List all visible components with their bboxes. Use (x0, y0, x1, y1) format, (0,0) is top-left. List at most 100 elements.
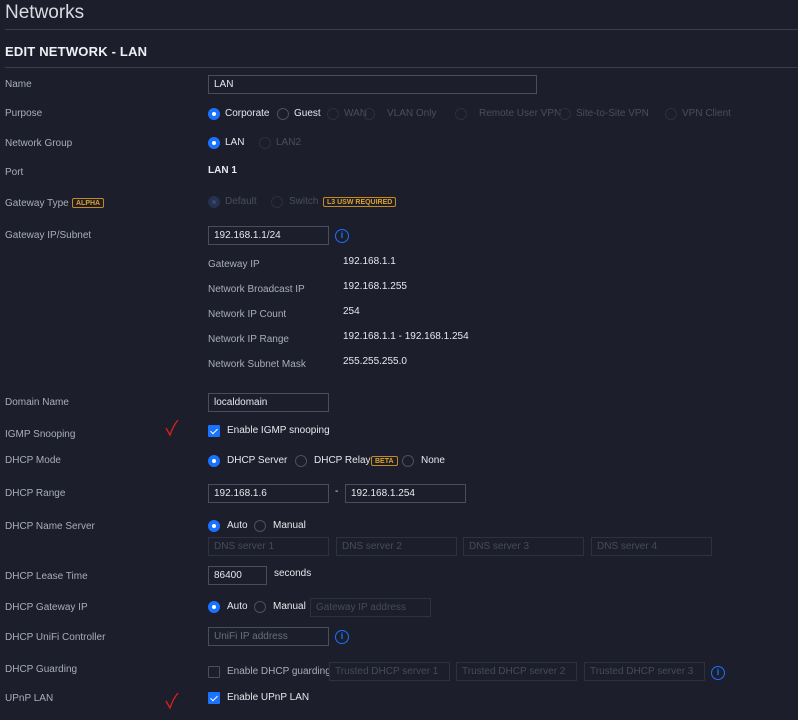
info-icon[interactable]: i (711, 666, 725, 680)
trusted-dhcp-server-2-input (456, 662, 577, 681)
dns-server-3-input (463, 537, 584, 556)
domain-name-label: Domain Name (5, 397, 69, 408)
ip-count-value: 254 (343, 306, 360, 317)
upnp-label: UPnP LAN (5, 693, 54, 704)
dhcp-gateway-manual[interactable]: Manual (254, 599, 306, 615)
radio-icon (259, 137, 271, 149)
option-label: None (421, 455, 445, 466)
ip-range-value: 192.168.1.1 - 192.168.1.254 (343, 331, 469, 342)
checkbox-checked-icon (208, 425, 220, 437)
option-label: Remote User VPN (479, 108, 562, 119)
option-label: Site-to-Site VPN (576, 108, 649, 119)
dhcp-range-label: DHCP Range (5, 488, 66, 499)
name-label: Name (5, 79, 32, 90)
page-title: Networks (5, 2, 85, 23)
dhcp-mode-relay[interactable]: DHCP Relay (295, 453, 371, 469)
info-icon[interactable]: i (335, 630, 349, 644)
name-server-manual[interactable]: Manual (254, 518, 306, 534)
purpose-label: Purpose (5, 108, 43, 119)
port-value: LAN 1 (208, 165, 237, 176)
igmp-checkbox[interactable]: Enable IGMP snooping (208, 423, 330, 439)
broadcast-ip-value: 192.168.1.255 (343, 281, 407, 292)
section-title: EDIT NETWORK - LAN (5, 44, 148, 59)
divider (5, 67, 798, 68)
ip-range-label: Network IP Range (208, 334, 289, 345)
gateway-subnet-label: Gateway IP/Subnet (5, 230, 92, 241)
port-label: Port (5, 167, 24, 178)
dns-server-2-input (336, 537, 457, 556)
gateway-type-default: Default (208, 194, 257, 210)
lease-time-input[interactable] (208, 566, 267, 585)
dhcp-range-start-input[interactable] (208, 484, 329, 503)
radio-icon (327, 108, 339, 120)
option-label: Auto (227, 601, 248, 612)
l3-usw-required-badge: L3 USW REQUIRED (323, 197, 397, 207)
purpose-wan: WAN (327, 106, 367, 122)
upnp-checkbox[interactable]: Enable UPnP LAN (208, 690, 309, 706)
option-label: LAN (225, 137, 245, 148)
dhcp-mode-label: DHCP Mode (5, 455, 61, 466)
dhcp-range-end-input[interactable] (345, 484, 466, 503)
annotation-checkmark (165, 692, 179, 710)
unifi-ip-address-input[interactable] (208, 627, 329, 646)
option-label: Auto (227, 520, 248, 531)
gateway-ip-address-input (310, 598, 431, 617)
gateway-ip-label: Gateway IP (208, 259, 260, 270)
purpose-site-to-site-vpn: Site-to-Site VPN (559, 106, 649, 122)
info-icon[interactable]: i (335, 229, 349, 243)
trusted-dhcp-server-3-input (584, 662, 705, 681)
radio-icon (254, 601, 266, 613)
dns-server-1-input (208, 537, 329, 556)
annotation-checkmark (165, 419, 179, 437)
unifi-controller-label: DHCP UniFi Controller (5, 632, 106, 643)
domain-name-input[interactable] (208, 393, 329, 412)
radio-icon (559, 108, 571, 120)
purpose-remote-user-vpn: Remote User VPN (455, 106, 561, 122)
ip-count-label: Network IP Count (208, 309, 287, 320)
network-group-lan[interactable]: LAN (208, 135, 244, 151)
subnet-mask-value: 255.255.255.0 (343, 356, 407, 367)
checkbox-checked-icon (208, 692, 220, 704)
radio-selected-icon (208, 601, 220, 613)
purpose-corporate[interactable]: Corporate (208, 106, 269, 122)
dhcp-gateway-auto[interactable]: Auto (208, 599, 248, 615)
purpose-guest[interactable]: Guest (277, 106, 321, 122)
radio-icon (455, 108, 467, 120)
gateway-subnet-input[interactable] (208, 226, 329, 245)
option-label: Guest (294, 108, 321, 119)
radio-icon (665, 108, 677, 120)
radio-icon (402, 455, 414, 467)
lease-time-unit: seconds (274, 568, 312, 579)
option-label: Default (225, 196, 257, 207)
radio-icon (363, 108, 375, 120)
dhcp-mode-none[interactable]: None (402, 453, 445, 469)
dhcp-mode-server[interactable]: DHCP Server (208, 453, 287, 469)
range-separator: - (335, 486, 339, 497)
radio-selected-icon (208, 196, 220, 208)
name-server-auto[interactable]: Auto (208, 518, 248, 534)
network-group-lan2: LAN2 (259, 135, 301, 151)
option-label: DHCP Server (227, 455, 288, 466)
divider (5, 29, 798, 30)
purpose-vlan-only: VLAN Only (363, 106, 436, 122)
radio-selected-icon (208, 520, 220, 532)
radio-icon (295, 455, 307, 467)
purpose-vpn-client: VPN Client (665, 106, 731, 122)
option-label: Manual (273, 520, 306, 531)
dhcp-guarding-checkbox[interactable]: Enable DHCP guarding (208, 664, 331, 680)
name-input[interactable] (208, 75, 537, 94)
checkbox-label: Enable DHCP guarding (227, 666, 331, 677)
radio-icon (271, 196, 283, 208)
option-label: LAN2 (276, 137, 302, 148)
checkbox-label: Enable IGMP snooping (227, 425, 330, 436)
option-label: Manual (273, 601, 306, 612)
gateway-type-switch: Switch (271, 194, 318, 210)
checkbox-label: Enable UPnP LAN (227, 692, 310, 703)
network-group-label: Network Group (5, 138, 73, 149)
option-label: VPN Client (682, 108, 731, 119)
gateway-ip-value: 192.168.1.1 (343, 256, 396, 267)
radio-selected-icon (208, 137, 220, 149)
alpha-badge: ALPHA (72, 198, 105, 208)
option-label: Corporate (225, 108, 270, 119)
radio-selected-icon (208, 455, 220, 467)
